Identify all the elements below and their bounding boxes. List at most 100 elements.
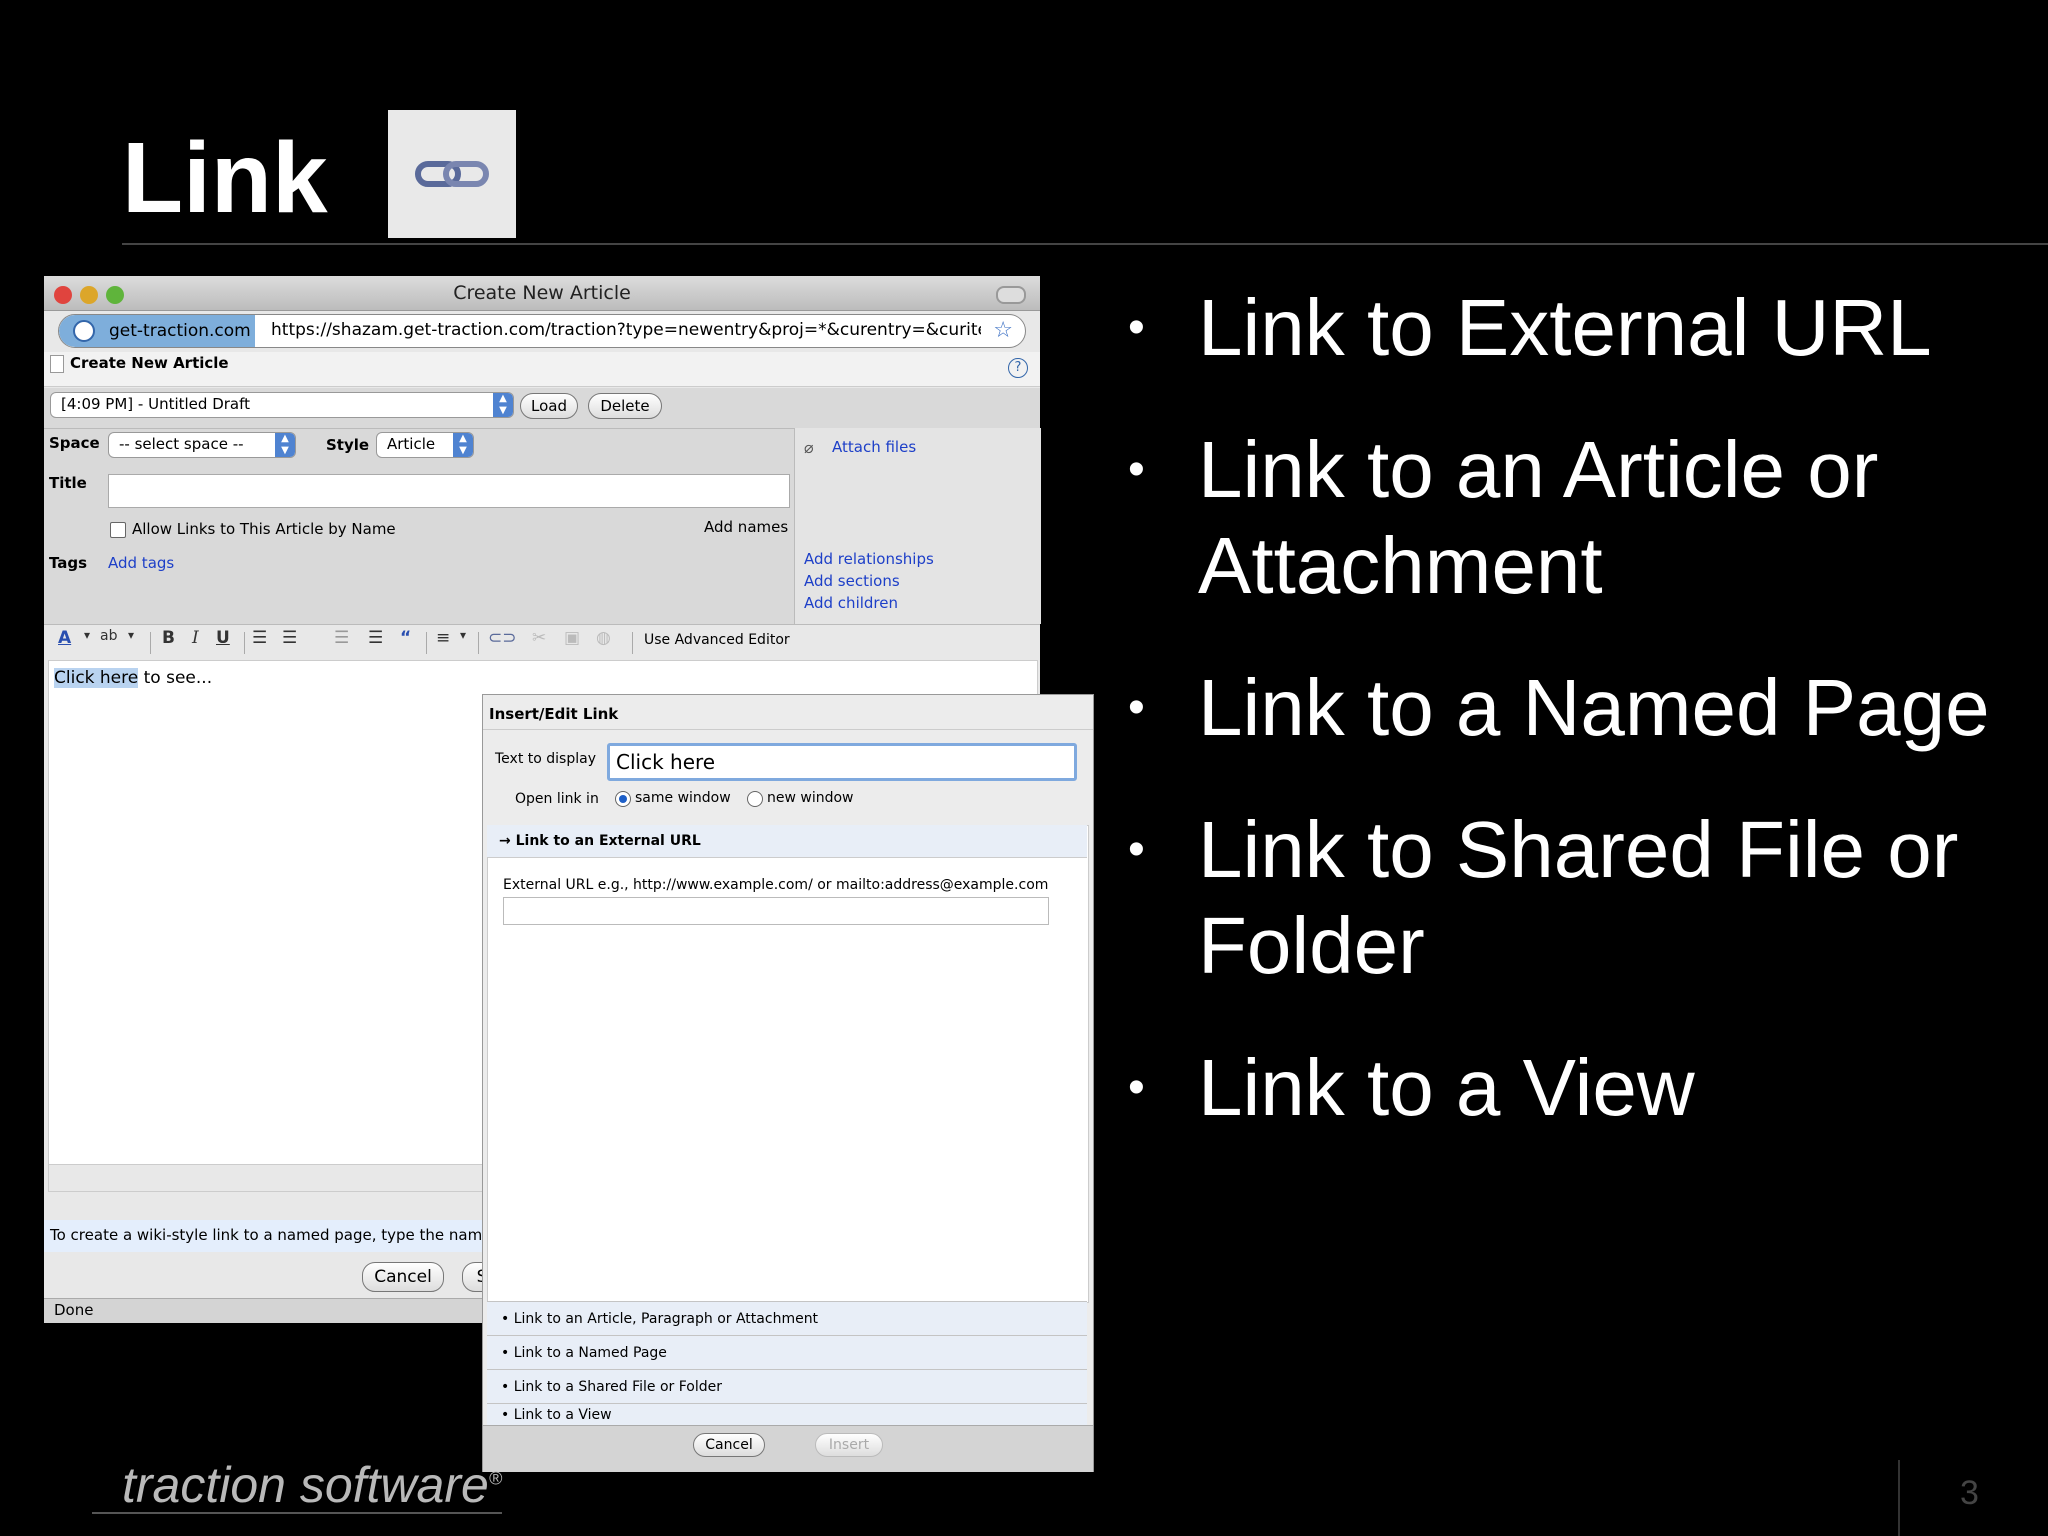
bullet-item: • Link to a View [1128,1043,1695,1132]
external-url-panel-title[interactable]: → Link to an External URL [499,833,701,849]
style-select-value: Article [387,435,436,453]
page-title: Create New Article [70,354,229,372]
dropdown-arrow-icon[interactable]: ▾ [460,628,466,642]
link-icon-box [388,110,516,238]
bullet-text: Link to a View [1198,1043,1695,1132]
attach-files-link[interactable]: Attach files [832,438,916,456]
select-arrows-icon: ▲ ▼ [275,433,295,457]
dialog-title-divider [483,729,1093,730]
allow-links-checkbox[interactable] [110,522,126,538]
link-icon[interactable]: ⊂⊃ [488,628,517,648]
allow-links-label: Allow Links to This Article by Name [132,520,396,538]
highlight-color-icon[interactable]: ab [100,628,117,644]
title-divider [122,243,2048,245]
select-arrows-icon: ▲ ▼ [453,433,473,457]
toolbar-separator [244,632,245,654]
draft-select-value: [4:09 PM] - Untitled Draft [61,395,251,413]
style-label: Style [326,436,370,454]
unlink-icon[interactable]: ✂ [532,628,546,648]
text-to-display-label: Text to display [495,751,596,767]
insert-edit-link-dialog: Insert/Edit Link Text to display Click h… [482,694,1094,1472]
style-select[interactable]: Article ▲ ▼ [376,432,474,458]
italic-icon[interactable]: I [192,628,199,648]
cancel-button[interactable]: Cancel [362,1262,444,1292]
title-input[interactable] [108,474,790,508]
space-select-value: -- select space -- [119,435,244,453]
site-identity-badge[interactable]: get-traction.com [59,315,255,347]
dialog-title: Insert/Edit Link [489,705,619,723]
link-icon [415,161,489,187]
text-to-display-input[interactable]: Click here [607,743,1077,781]
paperclip-icon: ⌀ [804,438,814,457]
dialog-insert-button[interactable]: Insert [815,1433,883,1457]
add-names-link[interactable]: Add names [704,518,788,536]
add-tags-link[interactable]: Add tags [108,554,174,572]
bullet-text: Link to Shared File or Folder [1198,805,1959,990]
align-icon[interactable]: ≡ [436,628,450,648]
editor-plain-text: to see... [138,668,213,688]
slide-title: Link [122,122,328,234]
bold-icon[interactable]: B [162,628,175,648]
select-arrows-icon: ▲ ▼ [493,393,513,417]
outdent-icon[interactable]: ☰ [334,628,349,648]
bullet-text: Link to a Named Page [1198,663,1990,752]
link-to-shared-file-option[interactable]: • Link to a Shared File or Folder [487,1369,1087,1403]
footer-underline [92,1512,502,1514]
title-label: Title [49,474,87,492]
load-button[interactable]: Load [520,393,578,419]
status-text: Done [54,1301,94,1319]
bullet-item: • Link to an Article or Attachment [1128,425,1879,610]
help-icon[interactable]: ? [1008,358,1028,378]
link-to-view-option[interactable]: • Link to a View [487,1403,1087,1425]
image-icon[interactable]: ▣ [564,628,580,648]
new-window-radio[interactable] [747,791,763,807]
space-select[interactable]: -- select space -- ▲ ▼ [108,432,296,458]
url-text[interactable]: https://shazam.get-traction.com/traction… [271,320,981,340]
same-window-radio[interactable] [615,791,631,807]
address-bar[interactable]: get-traction.com https://shazam.get-trac… [58,314,1026,348]
link-to-article-option[interactable]: • Link to an Article, Paragraph or Attac… [487,1301,1087,1335]
draft-select[interactable]: [4:09 PM] - Untitled Draft ▲ ▼ [50,392,514,418]
open-link-in-label: Open link in [515,791,599,807]
new-window-label[interactable]: new window [767,790,854,806]
wiki-link-help-text: To create a wiki-style link to a named p… [50,1226,492,1244]
add-children-link[interactable]: Add children [804,594,898,612]
bullet-item: • Link to Shared File or Folder [1128,805,1959,990]
toolbar-separator [426,632,427,654]
use-advanced-editor-link[interactable]: Use Advanced Editor [644,632,790,648]
font-color-icon[interactable]: A [58,628,71,648]
dialog-footer [483,1425,1093,1472]
toolbar-separator [150,632,151,654]
tags-label: Tags [49,554,88,572]
window-title: Create New Article [453,282,631,304]
underline-icon[interactable]: U [216,628,230,648]
add-relationships-link[interactable]: Add relationships [804,550,934,568]
delete-button[interactable]: Delete [588,393,662,419]
add-sections-link[interactable]: Add sections [804,572,900,590]
traction-software-logo: traction software® [122,1457,503,1513]
same-window-label[interactable]: same window [635,790,731,806]
embed-icon[interactable]: ◍ [596,628,611,648]
editor-selected-link[interactable]: Click here [54,668,139,688]
bullet-list-icon[interactable]: ☰ [282,628,297,648]
external-url-label: External URL e.g., http://www.example.co… [503,877,1049,893]
bullet-text: Link to an Article or Attachment [1198,425,1879,610]
dropdown-arrow-icon[interactable]: ▾ [84,628,90,642]
site-icon [73,320,95,342]
blockquote-icon[interactable]: “ [400,628,411,648]
toolbar-separator [632,632,633,654]
numbered-list-icon[interactable]: ☰ [252,628,267,648]
bullet-item: • Link to a Named Page [1128,663,1990,752]
link-to-named-page-option[interactable]: • Link to a Named Page [487,1335,1087,1369]
toolbar-toggle-button[interactable] [996,286,1026,304]
site-name: get-traction.com [109,321,251,341]
indent-icon[interactable]: ☰ [368,628,383,648]
editor-text[interactable]: Click here to see... [54,668,212,688]
footer-divider [1898,1460,1900,1536]
dropdown-arrow-icon[interactable]: ▾ [128,628,134,642]
bullet-item: • Link to External URL [1128,283,1932,372]
bookmark-star-icon[interactable]: ☆ [993,318,1013,343]
external-url-input[interactable] [503,897,1049,925]
logo-text: traction software [122,1457,489,1513]
dialog-cancel-button[interactable]: Cancel [693,1433,765,1457]
